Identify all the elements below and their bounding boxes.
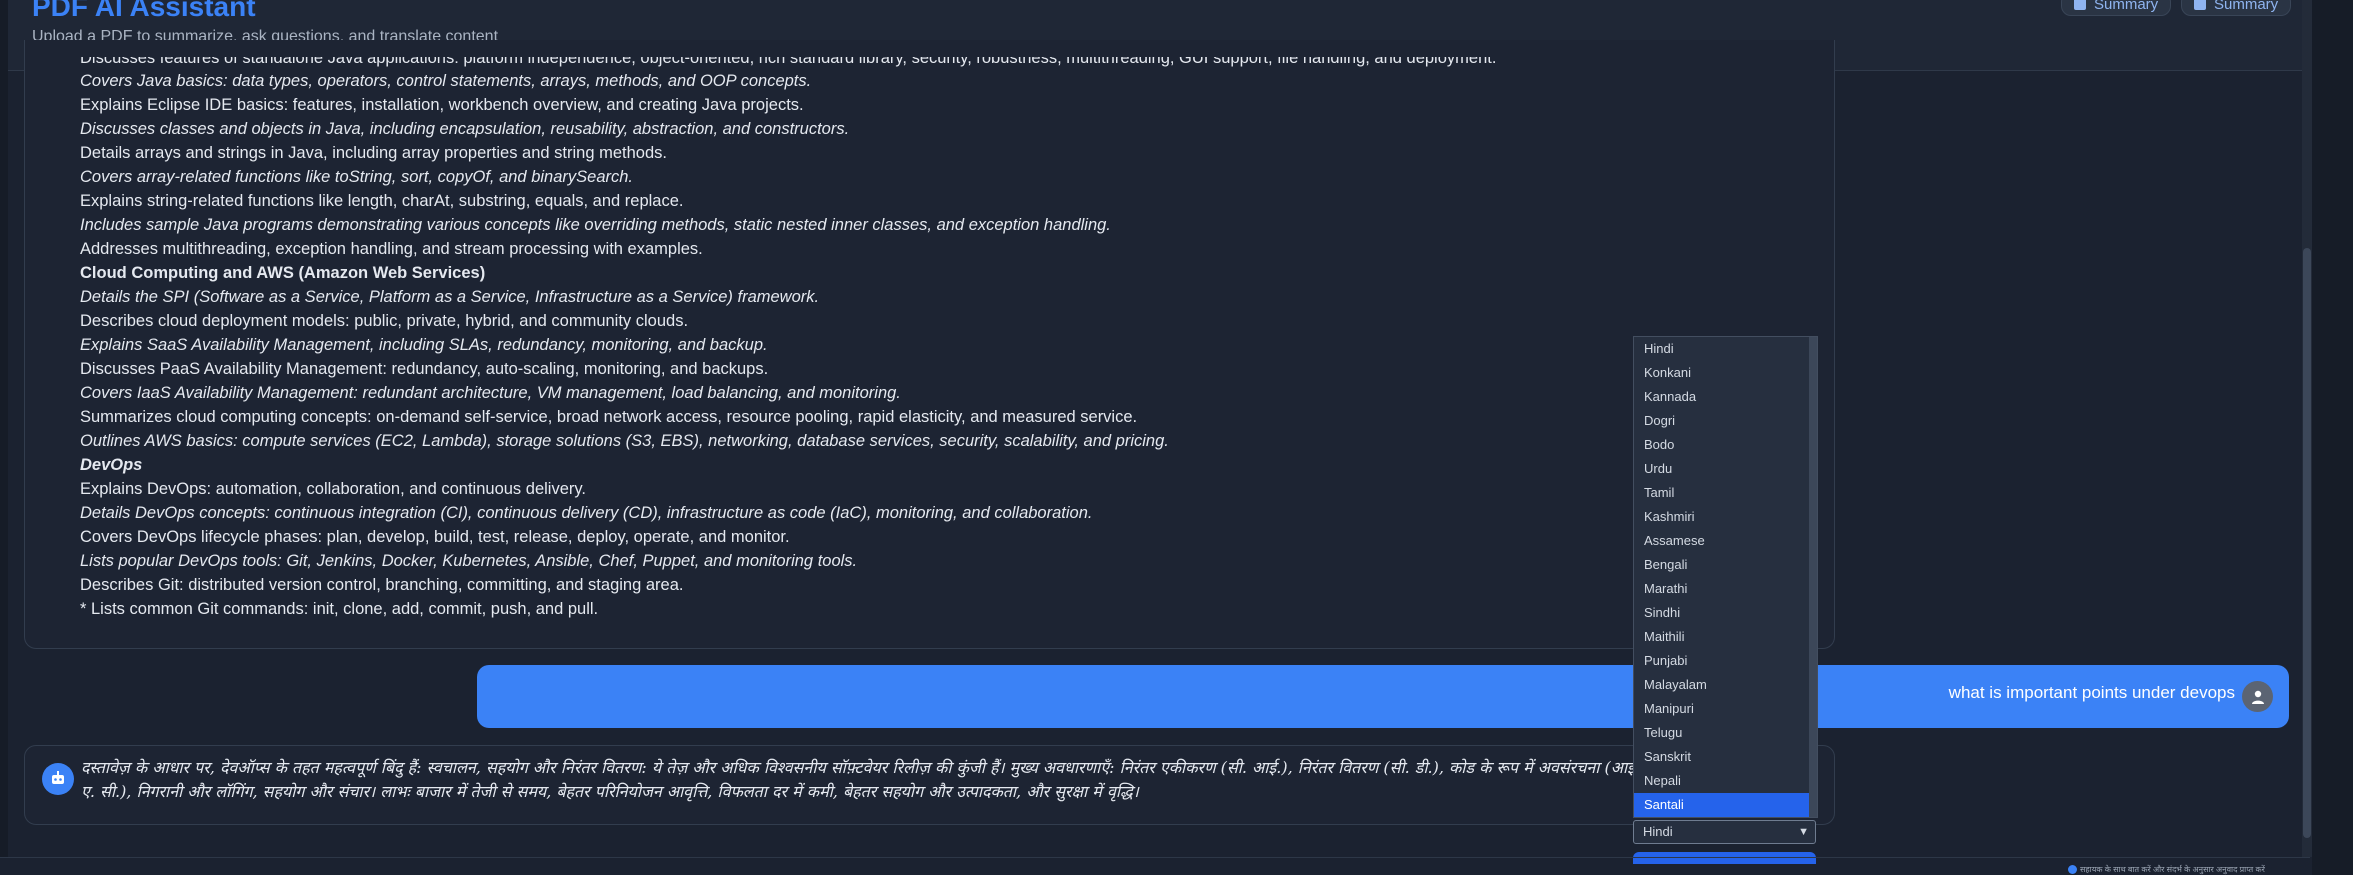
- footer-divider: [0, 857, 2310, 858]
- page-scrollbar-thumb[interactable]: [2303, 248, 2311, 838]
- language-option-malayalam[interactable]: Malayalam: [1634, 673, 1817, 697]
- language-option-bengali[interactable]: Bengali: [1634, 553, 1817, 577]
- left-edge: [0, 0, 8, 857]
- summary-line: Includes sample Java programs demonstrat…: [80, 216, 1111, 234]
- download-summary-button[interactable]: Summary: [2061, 0, 2172, 16]
- summary-line: Discusses PaaS Availability Management: …: [80, 360, 769, 378]
- language-option-kannada[interactable]: Kannada: [1634, 385, 1817, 409]
- ai-message-text: दस्तावेज़ के आधार पर, देवऑप्स के तहत महत…: [81, 758, 1641, 801]
- user-message-bubble: what is important points under devops: [477, 665, 2289, 728]
- summary-line: Explains SaaS Availability Management, i…: [80, 336, 768, 354]
- translate-button[interactable]: [1633, 852, 1816, 864]
- language-option-konkani[interactable]: Konkani: [1634, 361, 1817, 385]
- summary-line: Describes cloud deployment models: publi…: [80, 312, 689, 330]
- summary-line: Outlines AWS basics: compute services (E…: [80, 432, 1169, 450]
- language-option-urdu[interactable]: Urdu: [1634, 457, 1817, 481]
- summary-line: Covers DevOps lifecycle phases: plan, de…: [80, 528, 790, 546]
- download-icon: [2074, 0, 2086, 10]
- language-option-manipuri[interactable]: Manipuri: [1634, 697, 1817, 721]
- summary-line: Describes Git: distributed version contr…: [80, 576, 684, 594]
- app-title: PDF AI Assistant: [32, 0, 256, 22]
- file-icon: [2194, 0, 2206, 10]
- language-option-maithili[interactable]: Maithili: [1634, 625, 1817, 649]
- language-select[interactable]: Hindi ▼: [1633, 820, 1816, 844]
- corner-hint: सहायक के साथ बात करें और संदर्भ के अनुसा…: [2068, 864, 2353, 875]
- summary-line: Details the SPI (Software as a Service, …: [80, 288, 820, 306]
- language-option-sindhi[interactable]: Sindhi: [1634, 601, 1817, 625]
- summary-label: Summary: [2214, 0, 2279, 13]
- language-dropdown-list[interactable]: Hindi Konkani Kannada Dogri Bodo Urdu Tamil Kas…: [1633, 336, 1818, 818]
- summary-list: Discusses features of standalone Java ap…: [80, 57, 1496, 621]
- language-select-value: Hindi: [1643, 824, 1673, 839]
- info-icon: [2068, 865, 2077, 875]
- right-edge-pane: [2312, 0, 2353, 875]
- summary-button[interactable]: Summary: [2181, 0, 2292, 16]
- language-option-nepali[interactable]: Nepali: [1634, 769, 1817, 793]
- summary-line: * Lists common Git commands: init, clone…: [80, 600, 599, 618]
- language-option-santali[interactable]: Santali: [1634, 793, 1817, 817]
- summary-line: Covers IaaS Availability Management: red…: [80, 384, 901, 402]
- summary-line: Discusses features of standalone Java ap…: [80, 57, 1497, 67]
- summary-line: DevOps: [80, 456, 143, 474]
- ai-avatar: [42, 763, 74, 795]
- summary-line: Explains DevOps: automation, collaborati…: [80, 480, 586, 498]
- corner-hint-text: सहायक के साथ बात करें और संदर्भ के अनुसा…: [2080, 865, 2265, 874]
- language-option-telugu[interactable]: Telugu: [1634, 721, 1817, 745]
- chevron-down-icon: ▼: [1798, 826, 1809, 838]
- ai-message-card: दस्तावेज़ के आधार पर, देवऑप्स के तहत महत…: [24, 745, 1835, 825]
- language-option-punjabi[interactable]: Punjabi: [1634, 649, 1817, 673]
- summary-line: Details DevOps concepts: continuous inte…: [80, 504, 1093, 522]
- summary-line: Discusses classes and objects in Java, i…: [80, 120, 850, 138]
- summary-line: Covers Java basics: data types, operator…: [80, 72, 812, 90]
- user-message-text: what is important points under devops: [1948, 683, 2235, 702]
- summary-line: Lists popular DevOps tools: Git, Jenkins…: [80, 552, 858, 570]
- user-avatar: [2242, 681, 2273, 712]
- robot-icon: [52, 771, 64, 784]
- language-option-kashmiri[interactable]: Kashmiri: [1634, 505, 1817, 529]
- language-option-marathi[interactable]: Marathi: [1634, 577, 1817, 601]
- summary-line: Details arrays and strings in Java, incl…: [80, 144, 667, 162]
- download-summary-label: Summary: [2094, 0, 2159, 13]
- summary-line: Explains Eclipse IDE basics: features, i…: [80, 96, 804, 114]
- language-option-dogri[interactable]: Dogri: [1634, 409, 1817, 433]
- language-option-sanskrit[interactable]: Sanskrit: [1634, 745, 1817, 769]
- language-option-hindi[interactable]: Hindi: [1634, 337, 1817, 361]
- language-option-assamese[interactable]: Assamese: [1634, 529, 1817, 553]
- summary-line: Explains string-related functions like l…: [80, 192, 684, 210]
- user-icon: [2251, 690, 2264, 704]
- summary-line: Cloud Computing and AWS (Amazon Web Serv…: [80, 264, 486, 282]
- summary-line: Addresses multithreading, exception hand…: [80, 240, 703, 258]
- language-option-bodo[interactable]: Bodo: [1634, 433, 1817, 457]
- summary-line: Covers array-related functions like toSt…: [80, 168, 633, 186]
- language-option-tamil[interactable]: Tamil: [1634, 481, 1817, 505]
- dropdown-scrollbar[interactable]: [1809, 337, 1817, 817]
- summary-line: Summarizes cloud computing concepts: on-…: [80, 408, 1138, 426]
